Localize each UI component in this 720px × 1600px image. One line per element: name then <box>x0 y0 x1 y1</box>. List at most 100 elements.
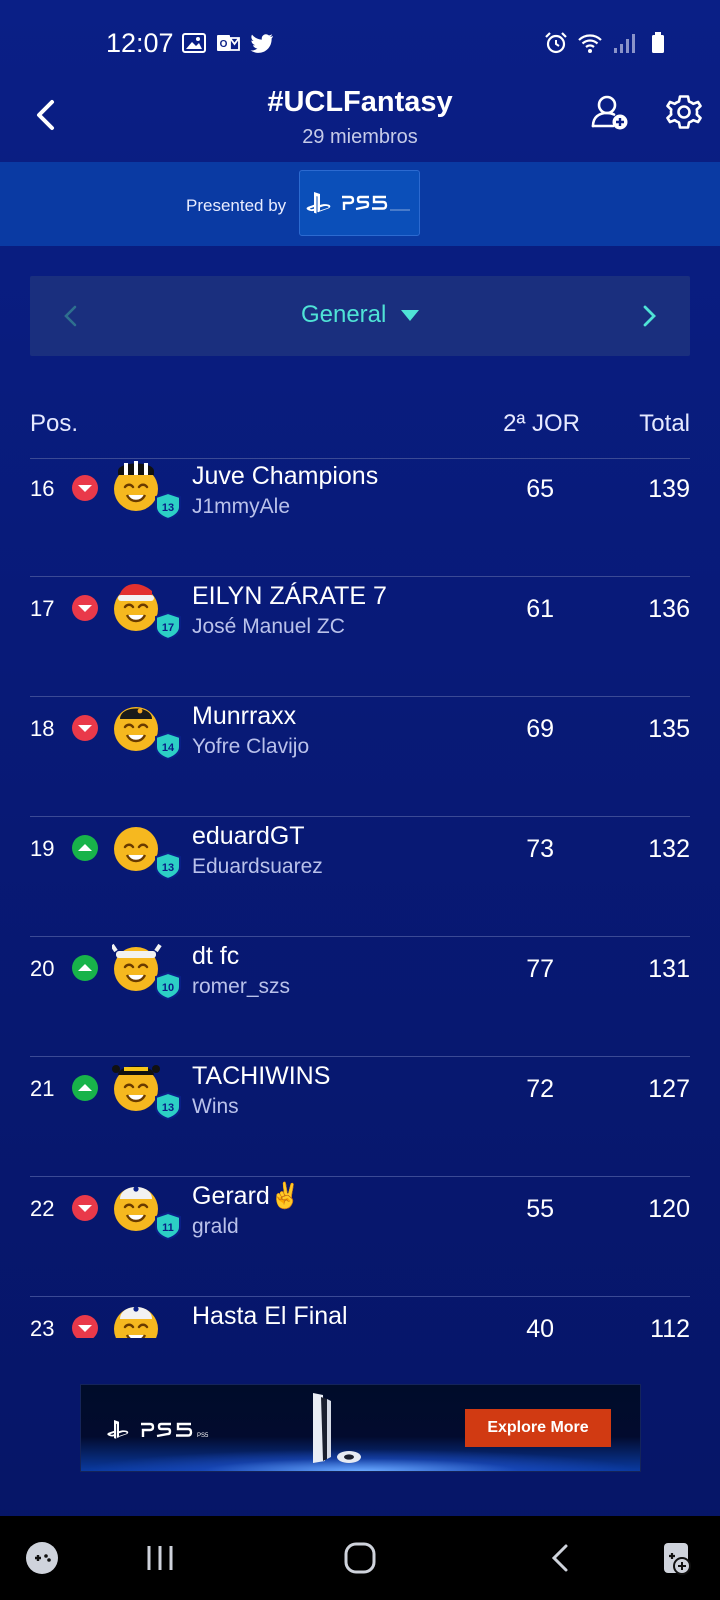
round-points: 73 <box>526 835 554 863</box>
sponsor-banner: Presented by <box>0 162 720 246</box>
svg-text:11: 11 <box>162 1222 174 1234</box>
rank-position: 22 <box>30 1196 55 1221</box>
svg-text:14: 14 <box>162 742 175 754</box>
gallery-icon <box>182 33 206 53</box>
trend-down-icon <box>72 475 98 501</box>
round-points: 72 <box>526 1075 554 1103</box>
table-row[interactable]: 18 14 Munrraxx Yofre Clavijo 69 135 <box>30 697 690 817</box>
manager-name: Yofre Clavijo <box>192 735 310 758</box>
total-points: 135 <box>648 715 690 743</box>
invite-member-button[interactable] <box>586 88 634 136</box>
gear-icon <box>666 95 702 129</box>
system-icons <box>544 32 670 54</box>
rank-position: 18 <box>30 716 55 741</box>
total-points: 139 <box>648 475 690 503</box>
status-bar: 12:07 O <box>0 0 720 80</box>
game-launcher-icon <box>26 1542 58 1574</box>
ps5-logo[interactable] <box>299 170 420 236</box>
svg-text:10: 10 <box>162 982 174 994</box>
trend-down-icon <box>72 1195 98 1221</box>
ps5-ad-banner[interactable]: PS5 Explore More <box>80 1384 641 1472</box>
home-button[interactable] <box>338 1536 382 1580</box>
manager-name: Wins <box>192 1095 239 1118</box>
battery-icon <box>652 32 664 53</box>
manager-avatar: 17 <box>112 577 186 643</box>
caret-down-icon <box>401 309 420 321</box>
ranking-dropdown-label: General <box>300 301 387 328</box>
table-row[interactable]: 19 13 eduardGT Eduardsuarez 73 132 <box>30 817 690 937</box>
standings-list[interactable]: 16 13 Juve Champions J1mmyAle 65 139 17 17 EILYN… <box>30 458 690 1338</box>
manager-avatar: 13 <box>112 1057 186 1123</box>
total-points: 136 <box>648 595 690 623</box>
table-row[interactable]: 17 17 EILYN ZÁRATE 7 José Manuel ZC 61 136 <box>30 577 690 697</box>
recent-apps-button[interactable] <box>138 1536 182 1580</box>
signal-icon <box>614 34 635 53</box>
ad-brand-text: PS5 <box>197 1433 209 1439</box>
game-tools-button[interactable] <box>656 1536 700 1580</box>
ps5-console-icon <box>313 1393 361 1463</box>
column-round: 2ª JOR <box>503 410 580 437</box>
ranking-selector: General <box>30 276 690 356</box>
column-position: Pos. <box>30 410 79 437</box>
notification-icons: O <box>182 32 274 54</box>
team-name: TACHIWINS <box>192 1062 331 1090</box>
explore-more-button[interactable]: Explore More <box>465 1409 611 1447</box>
rank-position: 21 <box>30 1076 55 1101</box>
total-points: 120 <box>648 1195 690 1223</box>
manager-avatar: 13 <box>112 817 186 883</box>
round-points: 40 <box>526 1315 554 1338</box>
manager-avatar: 10 <box>110 937 186 1003</box>
trend-down-icon <box>72 715 98 741</box>
team-name: Hasta El Final <box>192 1302 348 1330</box>
table-header: Pos. 2ª JOR Total <box>30 402 690 446</box>
recent-apps-icon <box>147 1546 173 1570</box>
manager-name: Eduardsuarez <box>192 855 323 878</box>
table-row[interactable]: 23 Hasta El Final 40 112 <box>30 1297 690 1338</box>
round-points: 65 <box>526 475 554 503</box>
total-points: 127 <box>648 1075 690 1103</box>
team-name: EILYN ZÁRATE 7 <box>192 582 387 610</box>
svg-text:13: 13 <box>162 862 174 874</box>
manager-avatar: 13 <box>112 459 186 523</box>
next-ranking-button[interactable] <box>626 294 670 338</box>
app-screen: 12:07 O #UCLFantasy 29 miembros Presente… <box>0 0 720 1600</box>
add-user-icon <box>591 95 628 130</box>
team-name: Juve Champions <box>192 462 379 490</box>
table-row[interactable]: 21 13 TACHIWINS Wins 72 127 <box>30 1057 690 1177</box>
manager-avatar: 11 <box>112 1177 186 1243</box>
system-navigation-bar <box>0 1516 720 1600</box>
manager-name: J1mmyAle <box>192 495 291 518</box>
rank-position: 20 <box>30 956 55 981</box>
team-name: Munrraxx <box>192 702 297 730</box>
ranking-dropdown[interactable]: General <box>30 301 690 329</box>
manager-name: José Manuel ZC <box>192 615 345 638</box>
total-points: 112 <box>650 1315 690 1338</box>
round-points: 77 <box>526 955 554 983</box>
table-row[interactable]: 16 13 Juve Champions J1mmyAle 65 139 <box>30 459 690 577</box>
rank-position: 17 <box>30 596 55 621</box>
team-name: Gerard✌️ <box>192 1182 301 1210</box>
settings-button[interactable] <box>660 88 708 136</box>
trend-up-icon <box>72 955 98 981</box>
wifi-icon <box>578 34 602 53</box>
rank-position: 16 <box>30 476 55 501</box>
table-row[interactable]: 22 11 Gerard✌️ grald 55 120 <box>30 1177 690 1297</box>
manager-avatar: 14 <box>112 697 186 763</box>
trend-up-icon <box>72 835 98 861</box>
chevron-right-icon <box>643 305 656 327</box>
manager-name: romer_szs <box>192 975 291 998</box>
system-back-button[interactable] <box>540 1536 584 1580</box>
rank-position: 19 <box>30 836 55 861</box>
table-row[interactable]: 20 10 dt fc romer_szs 77 131 <box>30 937 690 1057</box>
game-launcher-button[interactable] <box>20 1536 64 1580</box>
presented-by-label: Presented by <box>186 196 287 215</box>
manager-name: grald <box>192 1215 239 1238</box>
game-tools-icon <box>664 1543 691 1575</box>
trend-down-icon <box>72 595 98 621</box>
svg-text:O: O <box>220 39 228 50</box>
home-icon <box>344 1542 376 1574</box>
svg-text:13: 13 <box>162 502 174 514</box>
round-points: 69 <box>526 715 554 743</box>
back-icon <box>551 1544 568 1572</box>
trend-up-icon <box>72 1075 98 1101</box>
